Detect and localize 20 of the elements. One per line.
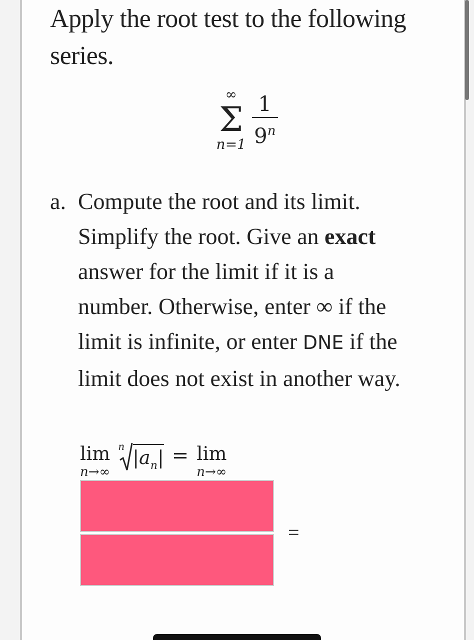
lim-subscript: n→∞ [196, 466, 227, 480]
lim-text: lim [196, 442, 227, 466]
radicand: |a$_{n}$| [132, 444, 164, 479]
numerator: 1 [258, 90, 272, 116]
upper-limit: ∞ [225, 87, 237, 103]
part-label: a. [50, 188, 66, 216]
lower-limit: n=1 [216, 137, 246, 153]
denominator: 9$^{n}$ [252, 116, 278, 150]
lim-subscript: n→∞ [80, 466, 110, 480]
radical-icon [118, 442, 133, 472]
sigma-icon: Σ [219, 103, 244, 137]
lim-text: lim [80, 442, 110, 466]
answer-field[interactable] [80, 534, 274, 586]
root-index: n [118, 442, 125, 453]
equals-sign: = [172, 442, 189, 468]
answer-field[interactable] [80, 480, 274, 532]
equals-sign: = [288, 521, 300, 546]
instructions-text: Compute the root and its limit. Simplify the root. Give an exact answer for the limit if it is a number. Otherwise, enter ∞ if the limit is infinite, or enter DNE if the limit does not exist in another way. [78, 188, 402, 393]
question-text: Apply the root test to the following series. [50, 3, 408, 72]
scrollbar-thumb[interactable] [465, 0, 469, 100]
